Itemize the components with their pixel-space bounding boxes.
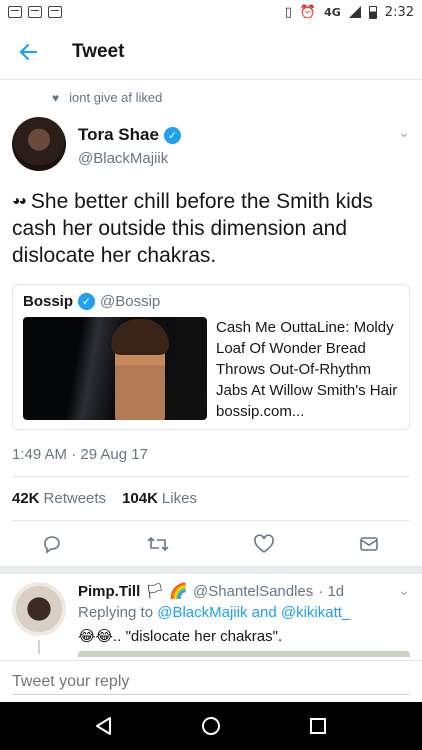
- image-notification-icon-2: [48, 6, 62, 18]
- mention-link[interactable]: @kikikatt_: [281, 604, 350, 621]
- reply-age: · 1d: [318, 582, 345, 600]
- section-divider: [0, 566, 422, 574]
- divider: [12, 476, 410, 477]
- tweet-timestamp: 1:49 AM · 29 Aug 17: [12, 446, 148, 463]
- reply-media-preview[interactable]: [78, 651, 410, 657]
- reply-author-handle: @ShantelSandles: [192, 582, 314, 600]
- signal-icon: [348, 6, 361, 18]
- laughing-emoji-icon: 😂😂..: [78, 628, 122, 645]
- replying-to: Replying to @BlackMajiik and @kikikatt_: [78, 604, 350, 621]
- retweets-count: 42K: [12, 490, 40, 507]
- reply-author-name: Pimp.Till: [78, 582, 141, 600]
- reply-input[interactable]: [12, 669, 410, 695]
- author-name: Tora Shae: [78, 125, 159, 144]
- quote-text: Cash Me OuttaLine: Moldy Loaf Of Wonder …: [216, 319, 398, 420]
- notification-icons: [8, 6, 62, 18]
- verified-icon: ✓: [163, 126, 181, 144]
- nav-home-icon[interactable]: [191, 706, 231, 746]
- quoted-tweet[interactable]: Bossip ✓ @Bossip Cash Me OuttaLine: Mold…: [12, 284, 410, 430]
- likes-count: 104K: [122, 490, 158, 507]
- reply-text: 😂😂.. "dislocate her chakras".: [78, 627, 282, 645]
- mention-link[interactable]: @BlackMajiik: [157, 604, 247, 621]
- clock: 2:32: [384, 4, 414, 20]
- likes-label: Likes: [161, 490, 197, 507]
- social-context[interactable]: ♥ iont give af liked: [52, 90, 162, 105]
- divider: [12, 520, 410, 521]
- replying-prefix: Replying to: [78, 604, 154, 621]
- network-type: 4G: [324, 5, 341, 19]
- verified-icon: ✓: [78, 293, 96, 310]
- like-icon[interactable]: [250, 530, 278, 558]
- retweet-icon[interactable]: [144, 530, 172, 558]
- quote-author-handle: @Bossip: [100, 293, 161, 310]
- reply-body: "dislocate her chakras".: [125, 628, 283, 645]
- rainbow-emoji-icon: 🌈: [169, 583, 188, 600]
- quote-thumbnail-image: [23, 317, 207, 420]
- retweets-label: Retweets: [43, 490, 107, 507]
- nav-recents-icon[interactable]: [298, 706, 338, 746]
- tweet-actions: [0, 530, 422, 558]
- vibrate-icon: ▯: [284, 4, 292, 20]
- and-word: and: [251, 604, 277, 621]
- notification-icon: [8, 6, 22, 18]
- author-handle[interactable]: @BlackMajiik: [78, 150, 168, 167]
- share-mail-icon[interactable]: [355, 530, 383, 558]
- thread-line: [38, 640, 40, 654]
- tweet-stats: 42K Retweets 104K Likes: [12, 490, 197, 507]
- app-bar: Tweet: [0, 24, 422, 80]
- liked-by-text: iont give af liked: [69, 90, 163, 105]
- status-bar: ▯ ⏰ 4G 2:32: [0, 0, 422, 24]
- reply-avatar[interactable]: [12, 582, 66, 636]
- reply-icon[interactable]: [38, 530, 66, 558]
- chevron-down-icon[interactable]: ⌄: [398, 582, 410, 599]
- page-title: Tweet: [72, 40, 125, 62]
- heart-icon: ♥: [52, 90, 60, 105]
- reply-composer: [0, 660, 422, 700]
- image-notification-icon: [28, 6, 42, 18]
- nav-back-icon[interactable]: [84, 706, 124, 746]
- reply-header[interactable]: Pimp.Till 🏳 🌈 @ShantelSandles · 1d: [78, 582, 345, 601]
- alarm-icon: ⏰: [299, 4, 317, 20]
- flag-emoji-icon: 🏳: [145, 583, 165, 600]
- retweets-stat[interactable]: 42K Retweets: [12, 490, 106, 507]
- android-nav-bar: [0, 702, 422, 750]
- chevron-down-icon[interactable]: ⌄: [398, 124, 410, 141]
- avatar[interactable]: [12, 117, 66, 171]
- tweet-body: She better chill before the Smith kids c…: [12, 190, 373, 267]
- tweet-text: ◕◕ She better chill before the Smith kids…: [12, 187, 412, 269]
- quote-author-name: Bossip: [23, 293, 74, 310]
- eyes-emoji-icon: ◕◕: [12, 192, 27, 208]
- author-name-row[interactable]: Tora Shae ✓: [78, 125, 181, 145]
- battery-icon: [368, 5, 377, 19]
- likes-stat[interactable]: 104K Likes: [122, 490, 197, 507]
- back-arrow-icon[interactable]: [0, 24, 56, 80]
